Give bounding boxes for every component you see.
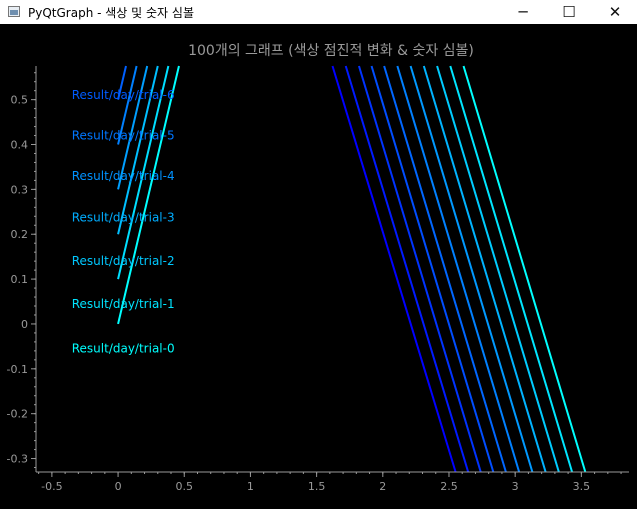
x-tick-label: 2 xyxy=(379,480,386,493)
x-tick-label: 0 xyxy=(115,480,122,493)
x-tick-label: 2.5 xyxy=(440,480,458,493)
x-tick-label: 3.5 xyxy=(573,480,591,493)
y-tick-label: 0.1 xyxy=(11,273,29,286)
y-tick-label: -0.1 xyxy=(7,363,28,376)
close-icon: ✕ xyxy=(608,3,622,21)
y-tick-label: 0 xyxy=(21,318,28,331)
maximize-icon: ☐ xyxy=(562,3,576,21)
annotation-label: Result/day/trial-6 xyxy=(72,88,175,102)
annotation-label: Result/day/trial-4 xyxy=(72,169,175,183)
annotation-label: Result/day/trial-3 xyxy=(72,211,175,225)
plot-area[interactable]: 100개의 그래프 (색상 점진적 변화 & 숫자 심볼) Result/day… xyxy=(0,24,637,505)
plot-curves xyxy=(117,65,587,473)
annotations: Result/day/trial-0 Result/day/trial-1 Resu… xyxy=(72,88,175,355)
x-tick-label: 0.5 xyxy=(176,480,194,493)
series-line-right-7 xyxy=(422,65,547,473)
title-bar[interactable]: PyQtGraph - 색상 및 숫자 심볼 ─ ☐ ✕ xyxy=(0,0,637,24)
annotation-label: Result/day/trial-1 xyxy=(72,297,175,311)
series-line-right-1 xyxy=(344,65,470,473)
window-title: PyQtGraph - 색상 및 숫자 심볼 xyxy=(28,6,194,20)
x-tick-label: 3 xyxy=(512,480,519,493)
y-tick-label: 0.5 xyxy=(11,94,29,107)
series-line-right-2 xyxy=(358,65,482,473)
chart-title: 100개의 그래프 (색상 점진적 변화 & 숫자 심볼) xyxy=(188,43,474,59)
annotation-label: Result/day/trial-2 xyxy=(72,254,175,268)
y-tick-label: -0.2 xyxy=(7,408,28,421)
chart[interactable]: 100개의 그래프 (색상 점진적 변화 & 숫자 심볼) Result/day… xyxy=(0,24,637,505)
close-button[interactable]: ✕ xyxy=(592,0,637,24)
minimize-icon: ─ xyxy=(518,3,528,21)
series-line-right-10 xyxy=(462,65,587,473)
y-tick-label: 0.4 xyxy=(11,139,29,152)
series-line-right-6 xyxy=(409,65,534,473)
series-line-right-4 xyxy=(383,65,507,473)
app-window: PyQtGraph - 색상 및 숫자 심볼 ─ ☐ ✕ 100개의 그래프 (… xyxy=(0,0,637,505)
annotation-label: Result/day/trial-0 xyxy=(72,342,175,356)
series-line-right-3 xyxy=(370,65,495,473)
series-line-right-8 xyxy=(436,65,560,473)
minimize-button[interactable]: ─ xyxy=(500,0,546,24)
series-line-right-5 xyxy=(396,65,521,473)
x-tick-label: -0.5 xyxy=(41,480,62,493)
x-tick-label: 1 xyxy=(247,480,254,493)
series-line-right-0 xyxy=(331,65,457,473)
series-line-right-9 xyxy=(449,65,574,473)
annotation-label: Result/day/trial-5 xyxy=(72,129,175,143)
maximize-button[interactable]: ☐ xyxy=(546,0,592,24)
app-icon xyxy=(8,6,20,17)
y-tick-label: 0.3 xyxy=(11,183,29,196)
y-tick-label: -0.3 xyxy=(7,453,28,466)
y-tick-label: 0.2 xyxy=(11,228,29,241)
x-tick-label: 1.5 xyxy=(308,480,326,493)
